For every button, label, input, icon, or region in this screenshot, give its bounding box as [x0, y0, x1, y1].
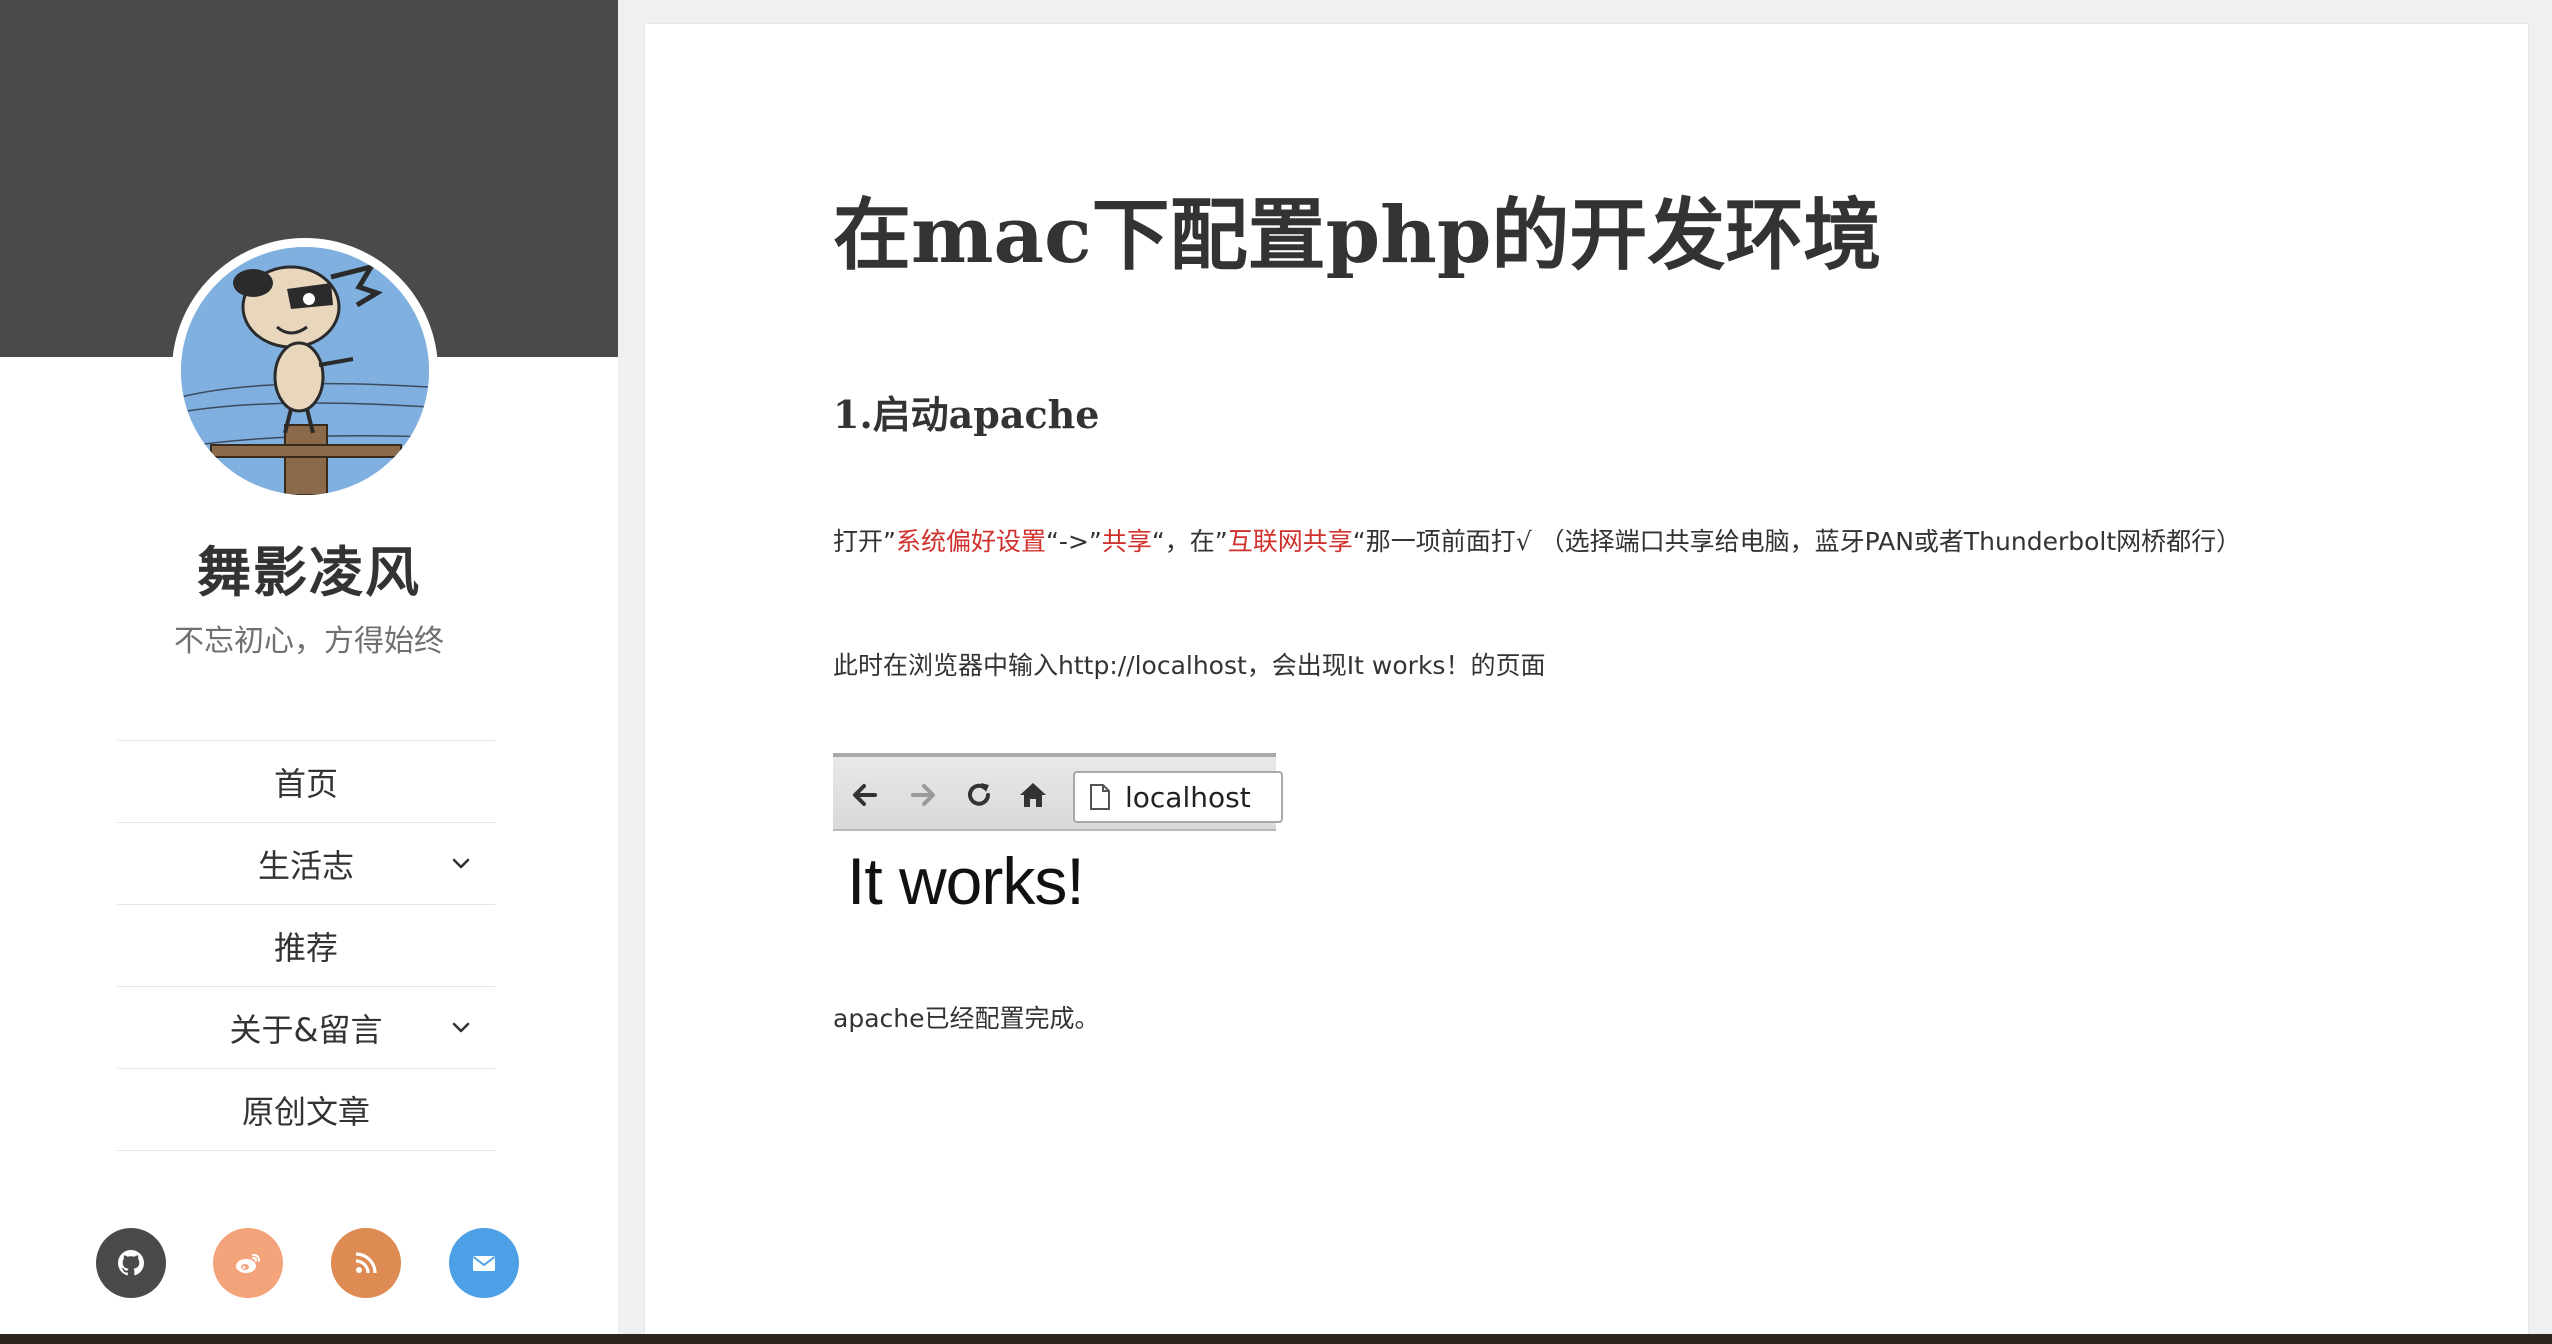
- main-nav: 首页 生活志 推荐 关于&留言 原创文章: [117, 740, 495, 1151]
- post-title: 在mac下配置php的开发环境: [833, 190, 1882, 281]
- text: “那一项前面打√ （选择端口共享给电脑，蓝牙PAN或者Thunderbolt网桥…: [1352, 527, 2242, 556]
- weibo-icon[interactable]: [213, 1228, 283, 1298]
- chevron-down-icon[interactable]: [449, 1016, 473, 1040]
- nav-item-label: 生活志: [257, 846, 354, 885]
- bottom-edge: [0, 1334, 2552, 1344]
- highlight-text: 互联网共享: [1227, 527, 1353, 556]
- back-arrow-icon: [847, 777, 883, 813]
- text: “->”: [1045, 527, 1102, 556]
- it-works-text: It works!: [847, 844, 1085, 918]
- avatar-image: [181, 247, 429, 495]
- home-icon: [1015, 777, 1051, 813]
- paragraph-done: apache已经配置完成。: [833, 1004, 1100, 1033]
- browser-screenshot-image: localhost It works!: [833, 753, 1283, 933]
- nav-item-label: 推荐: [273, 928, 338, 967]
- nav-item-life[interactable]: 生活志: [117, 823, 495, 905]
- address-bar: localhost: [1073, 771, 1283, 823]
- text: 打开”: [833, 527, 896, 556]
- post-content: 在mac下配置php的开发环境 1.启动apache 打开”系统偏好设置“->”…: [645, 24, 2528, 1334]
- paragraph-localhost: 此时在浏览器中输入http://localhost，会出现It works！的页…: [833, 651, 1546, 680]
- highlight-text: 系统偏好设置: [895, 527, 1046, 556]
- site-title[interactable]: 舞影凌风: [0, 528, 618, 607]
- address-bar-url: localhost: [1125, 780, 1251, 814]
- nav-item-label: 首页: [273, 764, 338, 803]
- nav-item-recommend[interactable]: 推荐: [117, 905, 495, 987]
- nav-item-about[interactable]: 关于&留言: [117, 987, 495, 1069]
- sidebar: 舞影凌风 不忘初心，方得始终 首页 生活志 推荐 关于&留言 原创文章: [0, 0, 618, 1334]
- nav-item-home[interactable]: 首页: [117, 741, 495, 823]
- nav-item-label: 原创文章: [241, 1092, 370, 1131]
- site-description: 不忘初心，方得始终: [174, 624, 444, 659]
- email-icon[interactable]: [449, 1228, 519, 1298]
- github-icon[interactable]: [96, 1228, 166, 1298]
- reload-icon: [961, 777, 997, 813]
- social-links: [0, 1228, 618, 1298]
- page-document-icon: [1089, 783, 1111, 811]
- highlight-text: 共享: [1101, 527, 1152, 556]
- section-heading: 1.启动apache: [833, 392, 1100, 437]
- browser-toolbar: localhost: [833, 753, 1283, 831]
- chevron-down-icon[interactable]: [449, 852, 473, 876]
- avatar[interactable]: [172, 238, 438, 504]
- page: 舞影凌风 不忘初心，方得始终 首页 生活志 推荐 关于&留言 原创文章 在mac…: [0, 0, 2552, 1344]
- nav-item-original-articles[interactable]: 原创文章: [117, 1069, 495, 1151]
- nav-item-label: 关于&留言: [229, 1010, 383, 1049]
- rss-icon[interactable]: [331, 1228, 401, 1298]
- avatar-illustration-icon: [181, 247, 429, 495]
- paragraph-step: 打开”系统偏好设置“->”共享“，在”互联网共享“那一项前面打√ （选择端口共享…: [833, 522, 2241, 558]
- text: “，在”: [1151, 527, 1228, 556]
- forward-arrow-icon: [905, 777, 941, 813]
